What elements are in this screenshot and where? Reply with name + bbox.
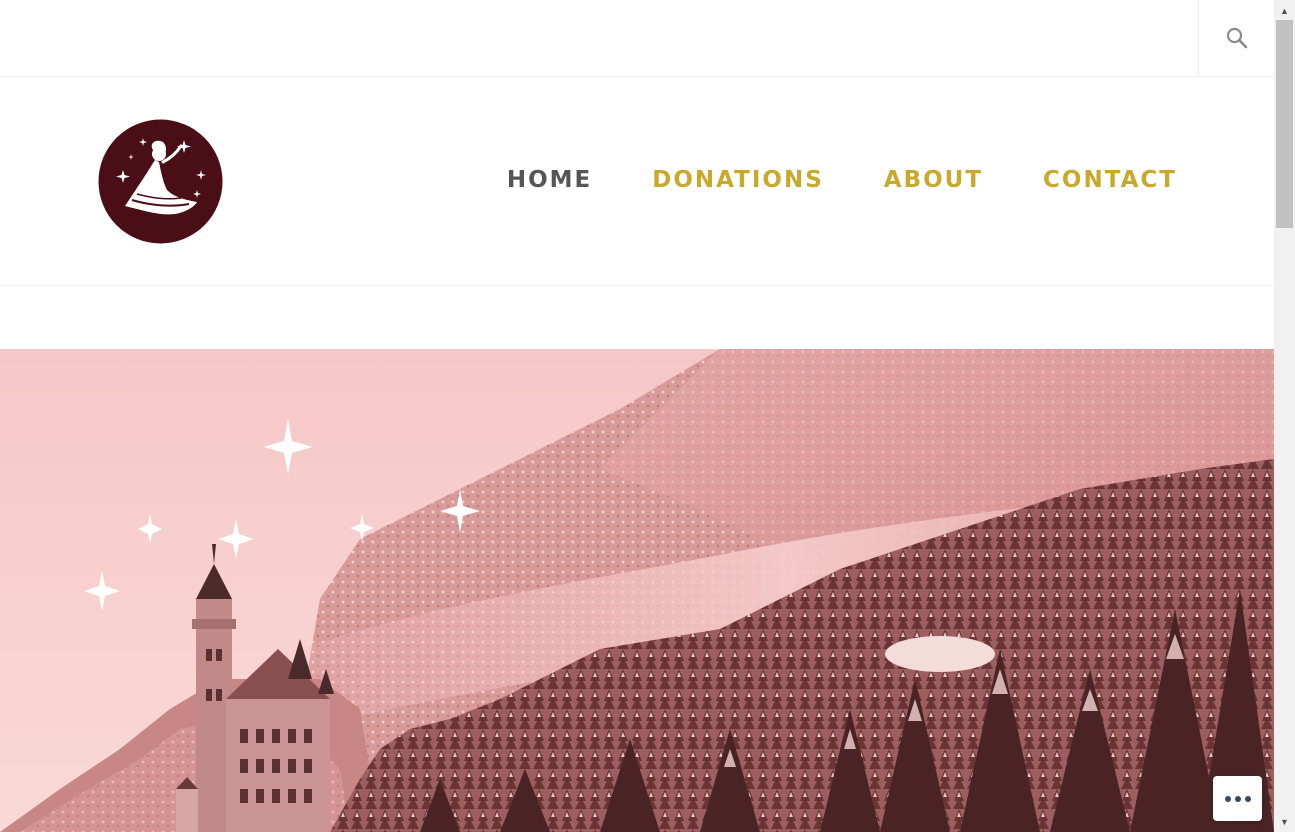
nav-contact-link[interactable]: CONTACT [1043,165,1177,195]
ellipsis-icon [1224,795,1231,802]
site-logo[interactable] [97,118,224,245]
castle-landscape-image [0,349,1274,832]
page: HOME DONATIONS ABOUT CONTACT [0,0,1274,832]
main-navigation: HOME DONATIONS ABOUT CONTACT [447,165,1177,195]
scroll-up-arrow-icon[interactable]: ▲ [1274,2,1295,19]
site-header: HOME DONATIONS ABOUT CONTACT [0,77,1274,286]
more-options-button[interactable] [1213,776,1262,821]
vertical-scrollbar[interactable]: ▲ ▼ [1274,0,1295,832]
nav-donations-link[interactable]: DONATIONS [652,165,824,195]
scroll-down-arrow-icon[interactable]: ▼ [1274,813,1295,830]
search-icon [1226,27,1248,49]
hero-image [0,349,1274,832]
scroll-thumb[interactable] [1276,20,1293,228]
fairy-godmother-logo-icon [98,119,223,244]
nav-about-link[interactable]: ABOUT [884,165,983,195]
top-bar [0,0,1274,77]
ellipsis-icon [1234,795,1241,802]
nav-home-link[interactable]: HOME [507,165,592,195]
ellipsis-icon [1244,795,1251,802]
search-toggle-button[interactable] [1198,0,1274,76]
